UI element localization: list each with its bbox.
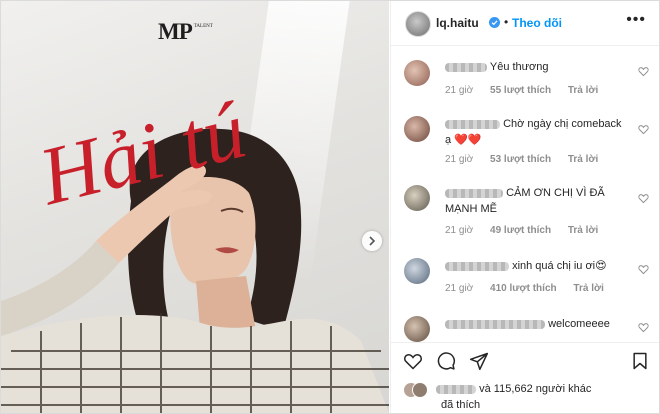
blurred-username <box>445 62 487 72</box>
comment-meta: 21 giờ 410 lượt thích Trả lời <box>445 283 618 294</box>
verified-badge-icon <box>489 17 500 28</box>
svg-text:Hải tú: Hải tú <box>31 84 254 221</box>
comment-likes[interactable]: 53 lượt thích <box>490 154 551 165</box>
heart-outline-icon[interactable] <box>638 322 649 333</box>
comment-bubble-icon[interactable] <box>436 351 456 371</box>
commenter-avatar[interactable] <box>404 116 430 142</box>
comment-likes[interactable]: 55 lượt thích <box>490 85 551 96</box>
comment-meta: 21 giờ 53 lượt thích Trả lời <box>445 154 612 165</box>
like-heart-icon[interactable] <box>403 351 423 371</box>
save-bookmark-icon[interactable] <box>630 351 650 371</box>
follow-button[interactable]: Theo dõi <box>512 16 562 30</box>
liker-avatars <box>403 382 433 399</box>
reply-button[interactable]: Trả lời <box>568 225 598 236</box>
username-link[interactable]: lq.haitu <box>436 16 479 30</box>
comment-time: 21 giờ <box>445 225 474 236</box>
comment-text: CẢM ƠN CHỊ VÌ ĐÃ MẠNH MẼ <box>445 187 605 215</box>
comment-time: 21 giờ <box>445 283 474 294</box>
heart-outline-icon[interactable] <box>638 124 649 135</box>
comment-time: 21 giờ <box>445 154 474 165</box>
reply-button[interactable]: Trả lời <box>568 85 598 96</box>
blurred-username <box>445 319 545 329</box>
blurred-username <box>445 188 503 198</box>
action-bar <box>391 342 659 377</box>
blurred-username <box>445 119 500 129</box>
comment-likes[interactable]: 410 lượt thích <box>490 283 557 294</box>
comment-text: welcomeeee <box>445 316 630 332</box>
heart-outline-icon[interactable] <box>638 264 649 275</box>
post-image[interactable]: MP TALENT Hải tú <box>1 1 389 413</box>
comment-likes[interactable]: 49 lượt thích <box>490 225 551 236</box>
liked-by-summary[interactable]: và 115,662 người khác đã thích <box>403 381 591 413</box>
heart-outline-icon[interactable] <box>638 66 649 77</box>
blurred-username <box>436 384 477 394</box>
reply-button[interactable]: Trả lời <box>573 283 603 294</box>
blurred-username <box>445 261 509 271</box>
commenter-avatar[interactable] <box>404 316 430 342</box>
comment-text: Chờ ngày chị comeback ạ ❤️❤️ <box>445 118 622 146</box>
commenter-avatar[interactable] <box>404 60 430 86</box>
comment-text: xinh quá chị iu ơi😍 <box>445 258 630 274</box>
comment-text: Yêu thương <box>445 59 630 75</box>
comment-meta: 21 giờ 55 lượt thích Trả lời <box>445 85 612 96</box>
more-options-icon[interactable]: ••• <box>626 11 646 29</box>
separator-dot: • <box>504 15 509 29</box>
user-avatar[interactable] <box>405 11 431 37</box>
share-paper-plane-icon[interactable] <box>469 351 489 371</box>
next-image-button[interactable] <box>362 231 382 251</box>
comment-list[interactable]: Yêu thương 21 giờ 55 lượt thích Trả lời … <box>391 46 659 342</box>
commenter-avatar[interactable] <box>404 258 430 284</box>
post-sidebar: lq.haitu • Theo dõi ••• Yêu thương 21 gi… <box>390 1 659 413</box>
liked-suffix-text: đã thích <box>441 399 481 411</box>
comment-time: 21 giờ <box>445 85 474 96</box>
liked-count-text: và 115,662 người khác <box>479 383 592 395</box>
instagram-post: MP TALENT Hải tú lq.haitu • Theo dõi •••… <box>0 0 660 414</box>
comment-meta: 21 giờ 49 lượt thích Trả lời <box>445 225 612 236</box>
handwritten-title: Hải tú <box>31 84 254 221</box>
heart-outline-icon[interactable] <box>638 193 649 204</box>
post-header: lq.haitu • Theo dõi ••• <box>391 1 659 46</box>
reply-button[interactable]: Trả lời <box>568 154 598 165</box>
commenter-avatar[interactable] <box>404 185 430 211</box>
chevron-right-icon <box>369 236 376 246</box>
